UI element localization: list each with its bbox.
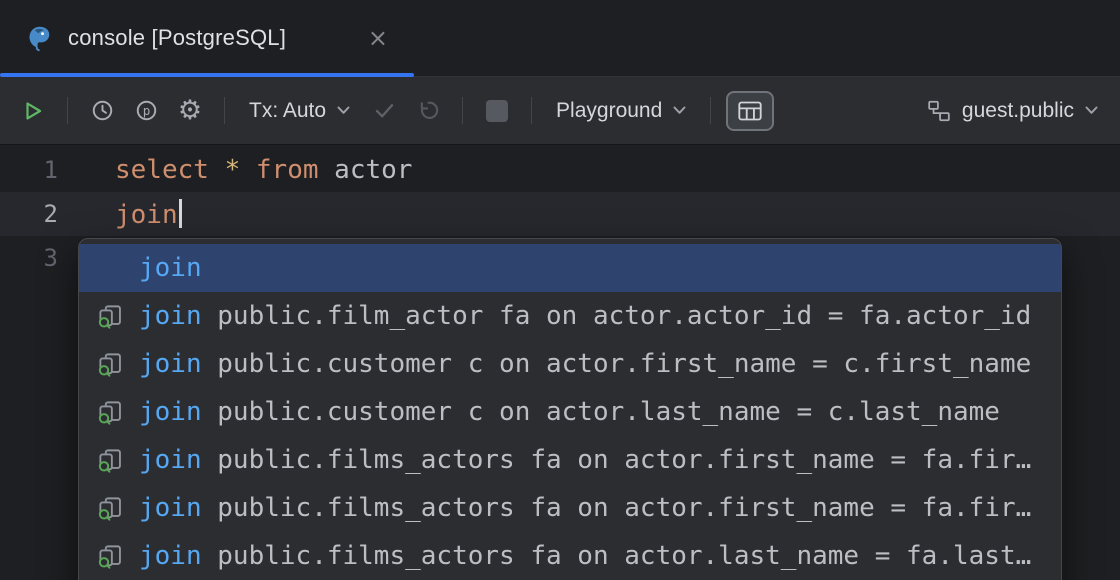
join-table-icon	[95, 253, 125, 283]
completion-keyword: join	[139, 349, 202, 379]
playground-label: Playground	[556, 99, 662, 123]
code-token	[240, 155, 256, 185]
code-token: from	[256, 155, 319, 185]
rollback-arrow-icon	[417, 99, 440, 122]
join-table-icon	[95, 541, 125, 571]
completion-item[interactable]: join public.films_actors fa on actor.fir…	[79, 484, 1061, 532]
completion-rest: public.films_actors fa on actor.first_na…	[202, 445, 1032, 475]
code-token: select	[115, 155, 209, 185]
history-button[interactable]	[83, 92, 121, 130]
run-button[interactable]	[14, 92, 52, 130]
p-circle-icon: p	[135, 99, 158, 122]
tab-close-icon[interactable]: ×	[368, 26, 388, 50]
parameters-button[interactable]: p	[127, 92, 165, 130]
chevron-down-icon	[673, 106, 686, 115]
toolbar-separator	[67, 97, 68, 124]
completion-item[interactable]: join public.films_actors fa on actor.fir…	[79, 436, 1061, 484]
join-table-icon	[95, 445, 125, 475]
stop-button[interactable]	[478, 92, 516, 130]
stop-square-icon	[486, 100, 508, 122]
completion-rest: public.films_actors fa on actor.last_nam…	[202, 541, 1032, 571]
join-table-icon	[95, 301, 125, 331]
editor-line[interactable]: 1 select * from actor	[0, 148, 1120, 192]
gear-icon: ⚙	[178, 97, 202, 124]
completion-keyword: join	[139, 493, 202, 523]
completion-rest: public.customer c on actor.last_name = c…	[202, 397, 1000, 427]
tx-mode-label: Tx: Auto	[249, 99, 326, 123]
toolbar-separator	[224, 97, 225, 124]
schema-label: guest.public	[962, 99, 1074, 123]
in-editor-results-toggle[interactable]	[726, 91, 774, 131]
active-tab-underline	[0, 73, 414, 77]
completion-rest: public.films_actors fa on actor.first_na…	[202, 493, 1032, 523]
completion-keyword: join	[139, 301, 202, 331]
code-token: actor	[319, 155, 413, 185]
editor-tab-bar: console [PostgreSQL] ×	[0, 0, 1120, 77]
code-token: join	[115, 200, 178, 230]
toolbar-separator	[710, 97, 711, 124]
chevron-down-icon	[1085, 106, 1098, 115]
schema-diagram-icon	[927, 99, 951, 123]
completion-rest: public.film_actor fa on actor.actor_id =…	[202, 301, 1032, 331]
tab-console-postgresql[interactable]: console [PostgreSQL] ×	[0, 0, 414, 76]
completion-popup: join join public.film_actor fa on actor.…	[78, 238, 1062, 580]
schema-selector[interactable]: guest.public	[923, 91, 1102, 131]
toolbar-separator	[462, 97, 463, 124]
code-text: join	[115, 199, 182, 230]
code-text: select * from actor	[115, 155, 412, 185]
code-token	[209, 155, 225, 185]
play-icon	[22, 100, 44, 122]
line-number: 3	[0, 244, 58, 272]
settings-button[interactable]: ⚙	[171, 92, 209, 130]
line-number: 1	[0, 156, 58, 184]
commit-button[interactable]	[365, 92, 403, 130]
chevron-down-icon	[337, 106, 350, 115]
text-caret	[179, 199, 182, 228]
code-token: *	[225, 155, 241, 185]
completion-keyword: join	[139, 445, 202, 475]
postgresql-elephant-icon	[26, 25, 53, 52]
completion-keyword: join	[139, 397, 202, 427]
rollback-button[interactable]	[409, 92, 447, 130]
completion-item[interactable]: join public.customer c on actor.first_na…	[79, 340, 1061, 388]
checkmark-icon	[373, 99, 396, 122]
tx-mode-dropdown[interactable]: Tx: Auto	[240, 91, 359, 131]
svg-text:p: p	[142, 103, 150, 118]
completion-keyword: join	[139, 541, 202, 571]
datagrip-console-window: console [PostgreSQL] × p ⚙	[0, 0, 1120, 580]
join-table-icon	[95, 397, 125, 427]
join-table-icon	[95, 493, 125, 523]
editor-line[interactable]: 2 join	[0, 192, 1120, 236]
completion-item[interactable]: join	[79, 244, 1061, 292]
completion-item[interactable]: join public.film_actor fa on actor.actor…	[79, 292, 1061, 340]
line-number: 2	[0, 200, 58, 228]
table-grid-icon	[738, 101, 762, 121]
completion-rest: public.customer c on actor.first_name = …	[202, 349, 1032, 379]
playground-dropdown[interactable]: Playground	[547, 91, 695, 131]
toolbar-separator	[531, 97, 532, 124]
completion-keyword: join	[139, 253, 202, 283]
tab-title: console [PostgreSQL]	[68, 25, 286, 51]
clock-history-icon	[91, 99, 114, 122]
console-toolbar: p ⚙ Tx: Auto	[0, 77, 1120, 145]
completion-item[interactable]: join public.customer c on actor.last_nam…	[79, 388, 1061, 436]
join-table-icon	[95, 349, 125, 379]
completion-item[interactable]: join public.films_actors fa on actor.las…	[79, 532, 1061, 580]
